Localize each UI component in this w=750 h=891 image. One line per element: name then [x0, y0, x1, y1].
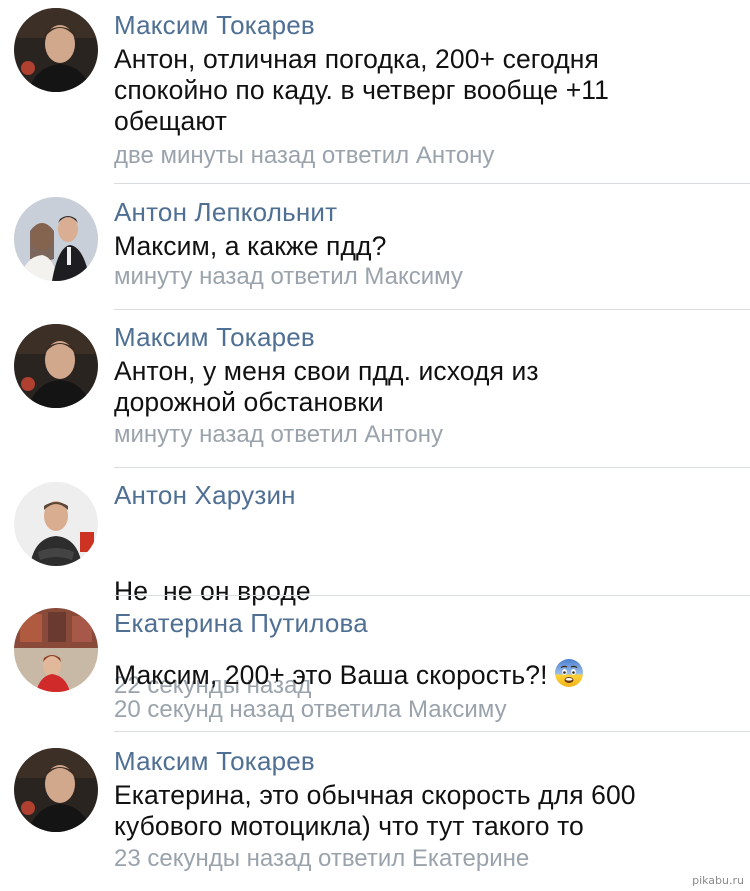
- divider: [114, 467, 750, 468]
- watermark: pikabu.ru: [692, 874, 744, 887]
- divider: [114, 595, 750, 596]
- user-avatar-maksim[interactable]: [14, 8, 98, 92]
- comment-text: Максим, 200+ это Ваша скорость?!: [114, 658, 742, 691]
- comment-meta[interactable]: две минуты назад ответил Антону: [114, 141, 742, 171]
- comment-author[interactable]: Максим Токарев: [114, 744, 742, 778]
- comment-text: Антон, отличная погодка, 200+ сегодня сп…: [114, 44, 742, 137]
- comment-author[interactable]: Антон Лепкольнит: [114, 195, 742, 229]
- comment-text-line: дорожной обстановки: [114, 387, 384, 417]
- comment-text-line: спокойно по каду. в четверг вообще +11: [114, 75, 610, 105]
- divider: [114, 731, 750, 732]
- comment-meta[interactable]: минуту назад ответил Максиму: [114, 262, 742, 292]
- comment-text-line: Антон, у меня свои пдд. исходя из: [114, 356, 539, 386]
- comment-author[interactable]: Максим Токарев: [114, 320, 742, 354]
- comment-meta[interactable]: 20 секунд назад ответила Максиму: [114, 695, 742, 725]
- comment-text-line: обещают: [114, 106, 228, 136]
- user-avatar-maksim[interactable]: [14, 324, 98, 408]
- comment-author[interactable]: Антон Харузин: [114, 478, 742, 512]
- comment-author[interactable]: Максим Токарев: [114, 8, 742, 42]
- comment-text: Екатерина, это обычная скорость для 600 …: [114, 780, 742, 842]
- comment-text-line: Максим, 200+ это Ваша скорость?!: [114, 660, 548, 690]
- fearful-face-icon: [554, 659, 583, 687]
- comment-meta[interactable]: 23 секунды назад ответил Екатерине: [114, 844, 742, 874]
- comment-text-line: Антон, отличная погодка, 200+ сегодня: [114, 44, 599, 74]
- user-avatar-anton-l[interactable]: [14, 197, 98, 281]
- comment-text-line: Максим, а какже пдд?: [114, 231, 387, 261]
- comment-text-line: Не не он вроде: [114, 576, 311, 606]
- comment-text: Максим, а какже пдд?: [114, 231, 742, 262]
- comment-author[interactable]: Екатерина Путилова: [114, 606, 742, 640]
- comment-text-line: Екатерина, это обычная скорость для 600: [114, 780, 636, 810]
- comment-text: Антон, у меня свои пдд. исходя из дорожн…: [114, 356, 742, 418]
- comment-meta[interactable]: минуту назад ответил Антону: [114, 420, 742, 450]
- user-avatar-ekaterina[interactable]: [14, 608, 98, 692]
- divider: [114, 309, 750, 310]
- divider: [114, 183, 750, 184]
- comment-text-line: кубового мотоцикла) что тут такого то: [114, 811, 584, 841]
- user-avatar-maksim[interactable]: [14, 748, 98, 832]
- user-avatar-anton-h[interactable]: [14, 482, 98, 566]
